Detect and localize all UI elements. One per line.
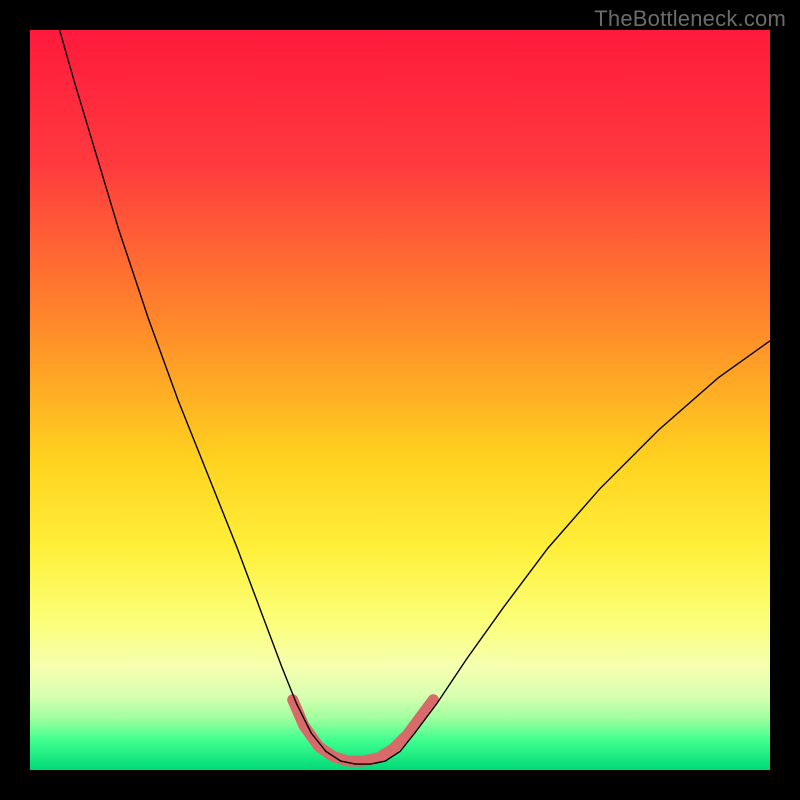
curve-layer bbox=[30, 30, 770, 770]
valley-highlight-path bbox=[293, 700, 434, 761]
main-curve-path bbox=[60, 30, 770, 764]
chart-frame: TheBottleneck.com bbox=[0, 0, 800, 800]
watermark-text: TheBottleneck.com bbox=[594, 6, 786, 32]
plot-area bbox=[30, 30, 770, 770]
